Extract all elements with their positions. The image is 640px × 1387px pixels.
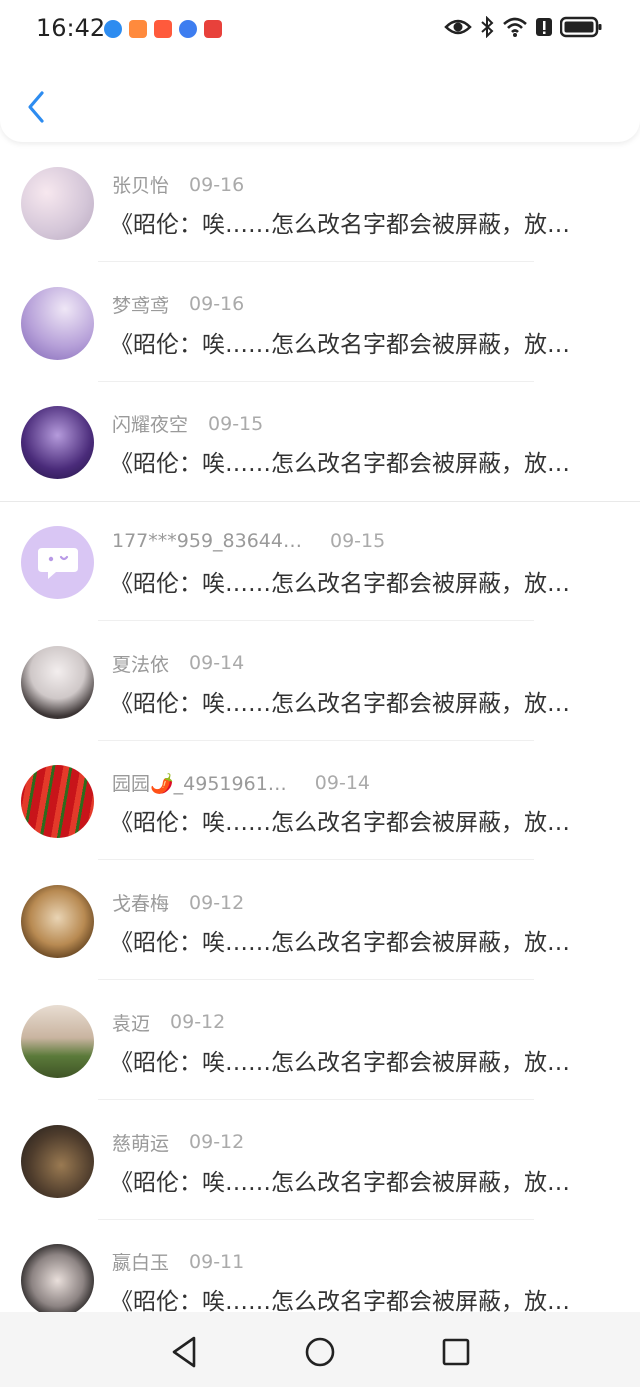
avatar	[21, 406, 94, 480]
avatar	[21, 765, 94, 839]
message-preview: 《昭伦：唉……怎么改名字都会被屏蔽，放…	[110, 810, 570, 837]
avatar	[21, 286, 94, 360]
avatar	[21, 1124, 94, 1198]
avatar	[21, 645, 94, 719]
message-date: 09-15	[329, 530, 386, 553]
message-date: 09-12	[170, 1011, 226, 1034]
message-date: 09-12	[189, 1131, 245, 1153]
nav-home-button[interactable]	[300, 1332, 340, 1372]
contact-name: 梦鸢鸢	[112, 294, 170, 317]
status-app-icons	[104, 20, 222, 38]
avatar	[21, 526, 94, 600]
circle-home-icon	[305, 1337, 335, 1367]
list-item[interactable]: 张贝怡 09-16 《昭伦：唉……怎么改名字都会被屏蔽，放…	[0, 142, 640, 262]
square-recents-icon	[442, 1338, 470, 1366]
book-app-icon	[154, 20, 172, 38]
bluetooth-icon	[481, 16, 494, 38]
contact-name: 177***959_83644…	[112, 530, 302, 553]
message-preview: 《昭伦：唉……怎么改名字都会被屏蔽，放…	[110, 930, 570, 957]
list-item[interactable]: 177***959_83644… 09-15 《昭伦：唉……怎么改名字都会被屏蔽…	[0, 501, 640, 622]
list-item[interactable]: 闪耀夜空 09-15 《昭伦：唉……怎么改名字都会被屏蔽，放…	[0, 381, 640, 501]
browser-app-icon	[179, 20, 197, 38]
huawei-app-icon	[204, 20, 222, 38]
message-preview: 《昭伦：唉……怎么改名字都会被屏蔽，放…	[110, 690, 570, 717]
contact-name: 戈春梅	[112, 893, 170, 916]
message-date: 09-16	[189, 293, 245, 316]
list-item[interactable]: 梦鸢鸢 09-16 《昭伦：唉……怎么改名字都会被屏蔽，放…	[0, 262, 640, 382]
wifi-icon	[503, 17, 527, 37]
status-time: 16:42	[36, 14, 106, 42]
status-system-icons	[444, 16, 602, 38]
message-preview: 《昭伦：唉……怎么改名字都会被屏蔽，放…	[110, 331, 570, 358]
list-item[interactable]: 慈萌运 09-12 《昭伦：唉……怎么改名字都会被屏蔽，放…	[0, 1100, 640, 1220]
conversation-list: 张贝怡 09-16 《昭伦：唉……怎么改名字都会被屏蔽，放… 梦鸢鸢 09-16…	[0, 142, 640, 1339]
list-item[interactable]: 袁迈 09-12 《昭伦：唉……怎么改名字都会被屏蔽，放…	[0, 980, 640, 1100]
contact-name: 张贝怡	[112, 175, 170, 197]
contact-name: 园园🌶️_4951961…	[112, 773, 287, 796]
nav-recents-button[interactable]	[436, 1332, 476, 1372]
system-nav-bar	[0, 1312, 640, 1387]
nav-back-button[interactable]	[166, 1332, 206, 1372]
contact-name: 夏法依	[112, 653, 170, 676]
battery-icon	[560, 16, 602, 38]
contact-name: 袁迈	[112, 1012, 151, 1035]
contact-name: 慈萌运	[112, 1132, 170, 1155]
back-button[interactable]	[22, 88, 50, 126]
avatar	[21, 167, 94, 240]
avatar	[21, 1244, 94, 1318]
message-preview: 《昭伦：唉……怎么改名字都会被屏蔽，放…	[110, 1049, 570, 1076]
verified-icon	[104, 20, 122, 38]
message-preview: 《昭伦：唉……怎么改名字都会被屏蔽，放…	[110, 451, 570, 478]
message-preview: 《昭伦：唉……怎么改名字都会被屏蔽，放…	[110, 1169, 570, 1196]
message-date: 09-14	[189, 652, 245, 675]
triangle-back-icon	[172, 1336, 196, 1368]
message-preview: 《昭伦：唉……怎么改名字都会被屏蔽，放…	[110, 571, 570, 598]
message-date: 09-15	[208, 412, 264, 435]
message-date: 09-14	[314, 771, 370, 794]
chevron-left-icon	[28, 91, 44, 123]
message-date: 09-12	[189, 891, 245, 914]
message-date: 09-16	[189, 173, 245, 196]
message-date: 09-11	[189, 1250, 245, 1273]
list-item[interactable]: 夏法依 09-14 《昭伦：唉……怎么改名字都会被屏蔽，放…	[0, 621, 640, 741]
message-preview: 《昭伦：唉……怎么改名字都会被屏蔽，放…	[110, 212, 570, 238]
avatar	[21, 1004, 94, 1078]
eye-icon	[444, 19, 472, 35]
contact-name: 闪耀夜空	[112, 414, 189, 437]
contact-name: 嬴白玉	[112, 1252, 170, 1275]
list-item[interactable]: 园园🌶️_4951961… 09-14 《昭伦：唉……怎么改名字都会被屏蔽，放…	[0, 740, 640, 861]
list-item[interactable]: 戈春梅 09-12 《昭伦：唉……怎么改名字都会被屏蔽，放…	[0, 860, 640, 981]
avatar	[21, 885, 94, 959]
top-header: 16:42	[0, 0, 640, 142]
video-app-icon	[129, 20, 147, 38]
chat-bubble-icon	[37, 547, 78, 579]
alert-icon	[536, 18, 552, 36]
